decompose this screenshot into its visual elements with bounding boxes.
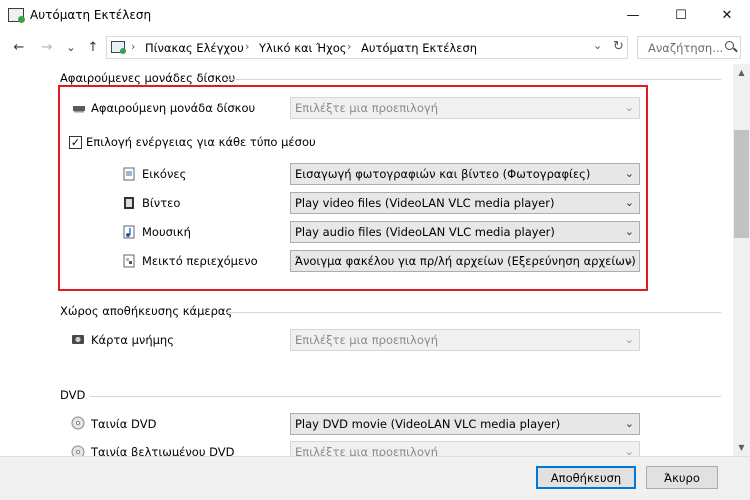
memory-card-label: Κάρτα μνήμης (91, 333, 174, 347)
breadcrumb-control-panel[interactable]: Πίνακας Ελέγχου (145, 41, 244, 55)
enhanced-dvd-label: Ταινία βελτιωμένου DVD (91, 445, 235, 456)
maximize-button[interactable]: ☐ (658, 0, 704, 31)
section-divider (226, 79, 721, 80)
enhanced-dvd-disc-icon (71, 445, 85, 456)
music-select[interactable]: Play audio files (VideoLAN VLC media pla… (290, 221, 640, 243)
address-dropdown-chevron-icon[interactable]: ⌄ (593, 39, 602, 52)
minimize-button[interactable]: — (610, 0, 656, 31)
removable-drive-icon (73, 106, 85, 113)
mixed-content-select[interactable]: Άνοιγμα φακέλου για πρ/λή αρχείων (Εξερε… (290, 250, 640, 272)
media-label-mixed-content: Μεικτό περιεχόμενο (142, 254, 258, 268)
music-select-value: Play audio files (VideoLAN VLC media pla… (295, 225, 555, 239)
breadcrumb-separator-icon[interactable]: › (131, 40, 135, 53)
enhanced-dvd-select-value: Επιλέξτε μια προεπιλογή (295, 445, 438, 456)
media-label-pictures: Εικόνες (142, 167, 187, 181)
section-title-camera-storage: Χώρος αποθήκευσης κάμερας (60, 304, 233, 318)
vertical-scrollbar[interactable]: ▲ ▼ (733, 64, 750, 456)
media-type-checkbox-label[interactable]: Επιλογή ενέργειας για κάθε τύπο μέσου (86, 135, 316, 149)
media-label-video: Βίντεο (142, 196, 181, 210)
media-type-checkbox[interactable]: ✓ (69, 136, 82, 149)
mixed-content-select-value: Άνοιγμα φακέλου για πρ/λή αρχείων (Εξερε… (295, 254, 636, 268)
breadcrumb-separator-icon[interactable]: › (347, 40, 351, 53)
address-bar[interactable]: › Πίνακας Ελέγχου › Υλικό και Ήχος › Αυτ… (106, 36, 628, 59)
removable-drive-select-value: Επιλέξτε μια προεπιλογή (295, 101, 438, 115)
refresh-icon[interactable]: ↻ (613, 39, 624, 54)
dialog-footer: Αποθήκευση Άκυρο (0, 456, 750, 500)
cancel-button[interactable]: Άκυρο (646, 466, 718, 489)
window-title: Αυτόματη Εκτέλεση (30, 8, 152, 22)
memory-card-select[interactable]: Επιλέξτε μια προεπιλογή ⌄ (290, 329, 640, 351)
chevron-down-icon: ⌄ (624, 254, 634, 267)
breadcrumb-hardware-sound[interactable]: Υλικό και Ήχος (259, 41, 347, 55)
removable-drive-select[interactable]: Επιλέξτε μια προεπιλογή ⌄ (290, 97, 640, 119)
chevron-down-icon: ⌄ (624, 445, 634, 456)
autoplay-settings-panel: Αφαιρούμενες μονάδες δίσκου Αφαιρούμενη … (0, 64, 733, 456)
media-label-music: Μουσική (142, 225, 191, 239)
memory-card-select-value: Επιλέξτε μια προεπιλογή (295, 333, 438, 347)
recent-locations-chevron-icon[interactable]: ⌄ (60, 37, 82, 57)
search-icon[interactable] (725, 41, 734, 50)
pictures-select-value: Εισαγωγή φωτογραφιών και βίντεο (Φωτογρα… (295, 167, 591, 181)
breadcrumb-separator-icon[interactable]: › (245, 40, 249, 53)
dvd-movie-select-value: Play DVD movie (VideoLAN VLC media playe… (295, 417, 561, 431)
breadcrumb-autoplay[interactable]: Αυτόματη Εκτέλεση (361, 41, 477, 55)
navigation-bar: ← → ⌄ ↑ › Πίνακας Ελέγχου › Υλικό και Ήχ… (0, 31, 750, 64)
dvd-disc-icon (71, 416, 85, 430)
search-box[interactable]: Αναζήτηση... (637, 36, 741, 59)
title-bar: Αυτόματη Εκτέλεση — ☐ ✕ (0, 0, 750, 31)
autoplay-app-icon (8, 8, 25, 23)
video-select-value: Play video files (VideoLAN VLC media pla… (295, 196, 555, 210)
video-icon (124, 197, 134, 209)
mixed-content-icon (123, 254, 135, 268)
scrollbar-thumb[interactable] (734, 130, 749, 238)
camera-icon (72, 335, 84, 344)
music-note-icon (123, 225, 135, 239)
scroll-up-arrow-icon[interactable]: ▲ (733, 64, 750, 81)
section-divider (90, 396, 721, 397)
section-divider (226, 312, 721, 313)
enhanced-dvd-select[interactable]: Επιλέξτε μια προεπιλογή ⌄ (290, 441, 640, 456)
chevron-down-icon: ⌄ (624, 167, 634, 180)
video-select[interactable]: Play video files (VideoLAN VLC media pla… (290, 192, 640, 214)
pictures-icon (123, 167, 135, 181)
save-button[interactable]: Αποθήκευση (536, 466, 636, 489)
chevron-down-icon: ⌄ (624, 225, 634, 238)
control-panel-icon (111, 41, 126, 54)
close-button[interactable]: ✕ (704, 0, 750, 31)
up-arrow-icon[interactable]: ↑ (82, 37, 104, 57)
forward-arrow-icon[interactable]: → (36, 37, 58, 57)
removable-drive-label: Αφαιρούμενη μονάδα δίσκου (91, 101, 256, 115)
chevron-down-icon: ⌄ (624, 101, 634, 114)
chevron-down-icon: ⌄ (624, 196, 634, 209)
dvd-movie-select[interactable]: Play DVD movie (VideoLAN VLC media playe… (290, 413, 640, 435)
pictures-select[interactable]: Εισαγωγή φωτογραφιών και βίντεο (Φωτογρα… (290, 163, 640, 185)
search-placeholder: Αναζήτηση... (648, 41, 724, 55)
dvd-movie-label: Ταινία DVD (91, 417, 157, 431)
section-title-dvd: DVD (60, 388, 86, 402)
chevron-down-icon: ⌄ (624, 333, 634, 346)
back-arrow-icon[interactable]: ← (8, 37, 30, 57)
section-title-removable-drives: Αφαιρούμενες μονάδες δίσκου (60, 71, 236, 85)
chevron-down-icon: ⌄ (624, 417, 634, 430)
scroll-down-arrow-icon[interactable]: ▼ (733, 439, 750, 456)
